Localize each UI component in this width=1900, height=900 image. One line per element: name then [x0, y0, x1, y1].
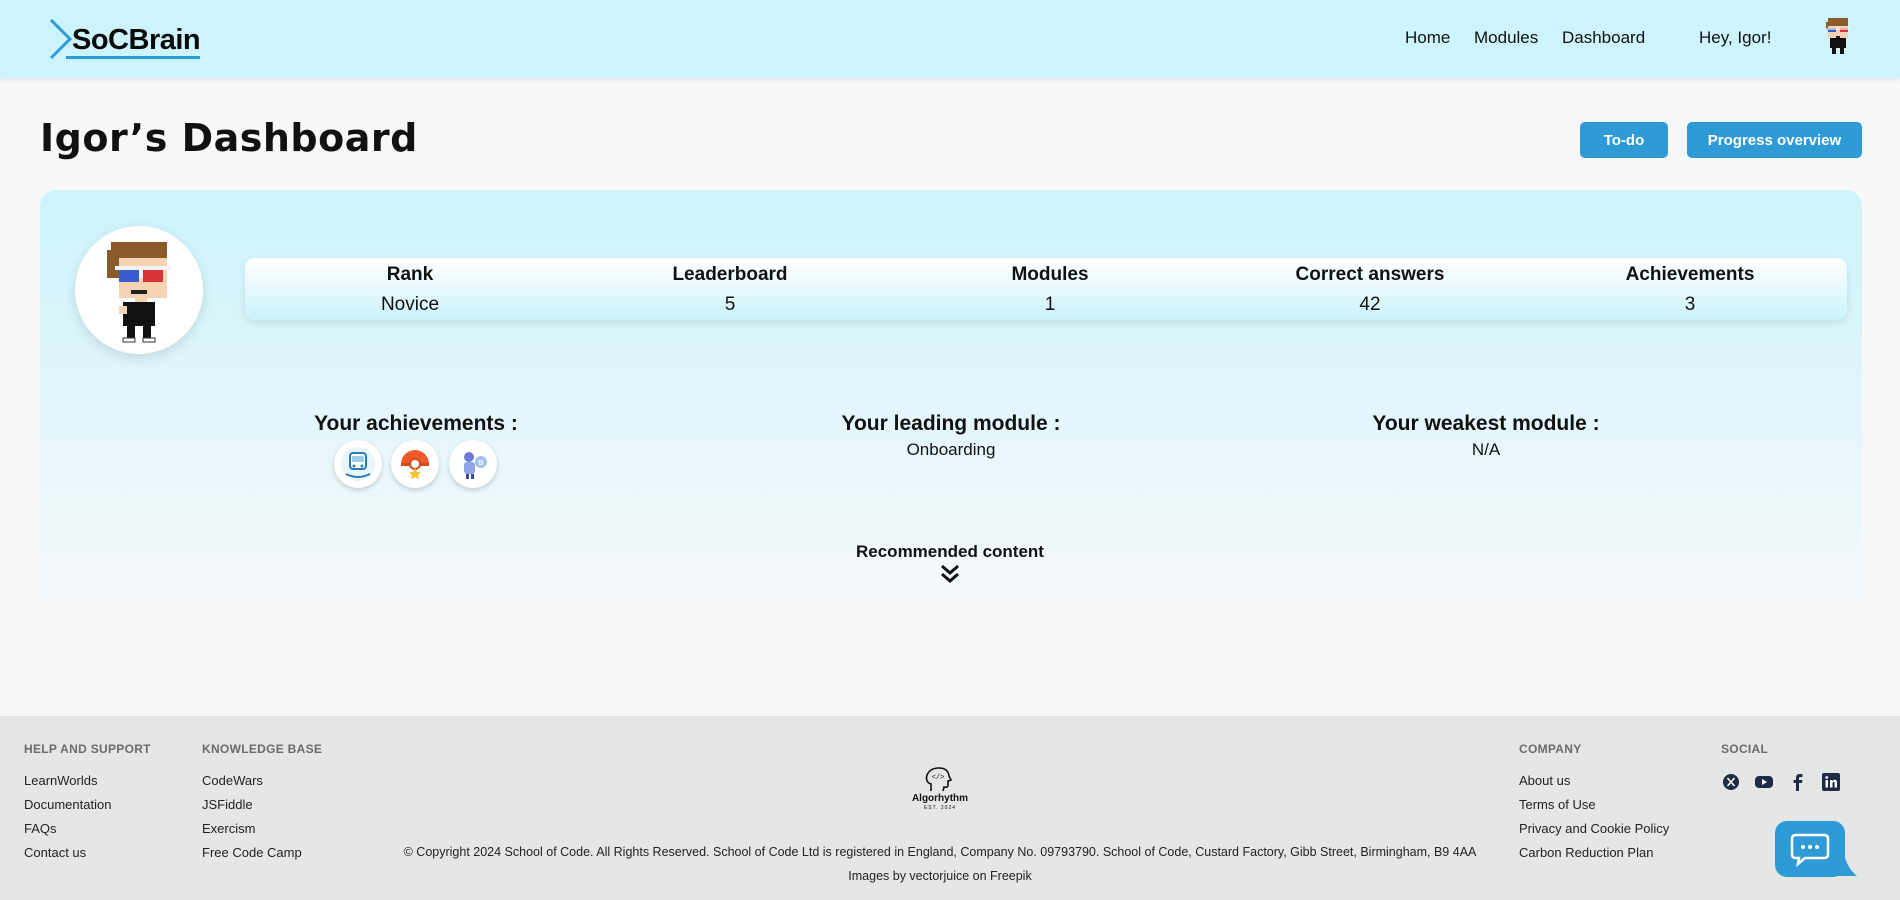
logo-text: SoCBrain — [72, 24, 201, 56]
recommended-content-label[interactable]: Recommended content — [750, 542, 1150, 562]
algorhythm-name: Algorhythm — [911, 793, 969, 804]
nav-home[interactable]: Home — [1405, 28, 1450, 48]
logo-underline — [66, 56, 200, 59]
social-heading: SOCIAL — [1721, 742, 1769, 756]
company-heading: COMPANY — [1519, 742, 1582, 756]
footer-link-privacy[interactable]: Privacy and Cookie Policy — [1519, 821, 1669, 836]
profile-avatar — [75, 226, 203, 354]
train-badge-icon[interactable] — [334, 440, 382, 488]
stats-bar: Rank Novice Leaderboard 5 Modules 1 Corr… — [245, 258, 1847, 320]
head-brain-icon: </> — [925, 767, 953, 792]
user-greeting: Hey, Igor! — [1699, 28, 1772, 47]
chat-tail-shape — [1835, 858, 1857, 876]
stat-label: Modules — [1011, 264, 1089, 285]
socbrain-logo[interactable]: SoCBrain — [48, 16, 208, 60]
linkedin-icon[interactable] — [1821, 772, 1841, 792]
svg-text:B: B — [478, 460, 483, 467]
footer-link-about-us[interactable]: About us — [1519, 773, 1570, 788]
progress-overview-button[interactable]: Progress overview — [1687, 122, 1862, 158]
stat-value: 42 — [1359, 294, 1381, 315]
stat-value: 5 — [724, 294, 736, 315]
achievements-title: Your achievements : — [314, 412, 518, 435]
mascot-icon: B — [464, 452, 487, 479]
mascot-badge-icon[interactable]: B — [449, 440, 497, 488]
footer-link-contact-us[interactable]: Contact us — [24, 845, 86, 860]
youtube-icon[interactable] — [1754, 772, 1774, 792]
footer-link-faqs[interactable]: FAQs — [24, 821, 57, 836]
stat-label: Leaderboard — [672, 264, 788, 285]
page-title: Igor’s Dashboard — [40, 116, 418, 160]
nav-modules[interactable]: Modules — [1474, 28, 1538, 48]
algorhythm-logo: </> Algorhythm EST. 2024 — [900, 766, 980, 816]
footer-link-jsfiddle[interactable]: JSFiddle — [202, 797, 253, 812]
help-support-heading: HELP AND SUPPORT — [24, 742, 151, 756]
footer-link-free-code-camp[interactable]: Free Code Camp — [202, 845, 302, 860]
stat-label: Achievements — [1625, 264, 1755, 285]
train-icon — [341, 447, 375, 481]
knowledge-base-heading: KNOWLEDGE BASE — [202, 742, 323, 756]
leading-module-title: Your leading module : — [841, 412, 1061, 435]
image-credit: Images by vectorjuice on Freepik — [848, 869, 1032, 883]
todo-button[interactable]: To-do — [1580, 122, 1668, 158]
algorhythm-est: EST. 2024 — [923, 805, 957, 811]
stat-label: Correct answers — [1295, 264, 1445, 285]
weakest-module-title: Your weakest module : — [1372, 412, 1600, 435]
copyright-text: © Copyright 2024 School of Code. All Rig… — [403, 845, 1477, 859]
logo-chevron-icon — [49, 18, 73, 60]
user-avatar[interactable] — [1818, 16, 1858, 58]
stat-label: Rank — [386, 264, 434, 285]
leading-module-value: Onboarding — [906, 440, 996, 459]
nav-dashboard[interactable]: Dashboard — [1562, 28, 1645, 48]
stat-value: Novice — [380, 294, 440, 315]
double-chevron-down-icon[interactable] — [938, 562, 962, 586]
x-icon[interactable] — [1721, 772, 1741, 792]
svg-text:</>: </> — [932, 774, 945, 782]
footer-link-codewars[interactable]: CodeWars — [202, 773, 263, 788]
pixel-avatar-icon — [107, 242, 171, 343]
footer-link-documentation[interactable]: Documentation — [24, 797, 111, 812]
pokeball-icon — [401, 450, 429, 479]
stat-value: 1 — [1044, 294, 1056, 315]
footer-link-learnworlds[interactable]: LearnWorlds — [24, 773, 97, 788]
footer-link-terms[interactable]: Terms of Use — [1519, 797, 1596, 812]
stat-value: 3 — [1684, 294, 1696, 315]
pokeball-badge-icon[interactable] — [391, 440, 439, 488]
footer-link-exercism[interactable]: Exercism — [202, 821, 255, 836]
weakest-module-value: N/A — [1471, 440, 1501, 459]
footer-link-carbon[interactable]: Carbon Reduction Plan — [1519, 845, 1653, 860]
facebook-icon[interactable] — [1788, 772, 1808, 792]
